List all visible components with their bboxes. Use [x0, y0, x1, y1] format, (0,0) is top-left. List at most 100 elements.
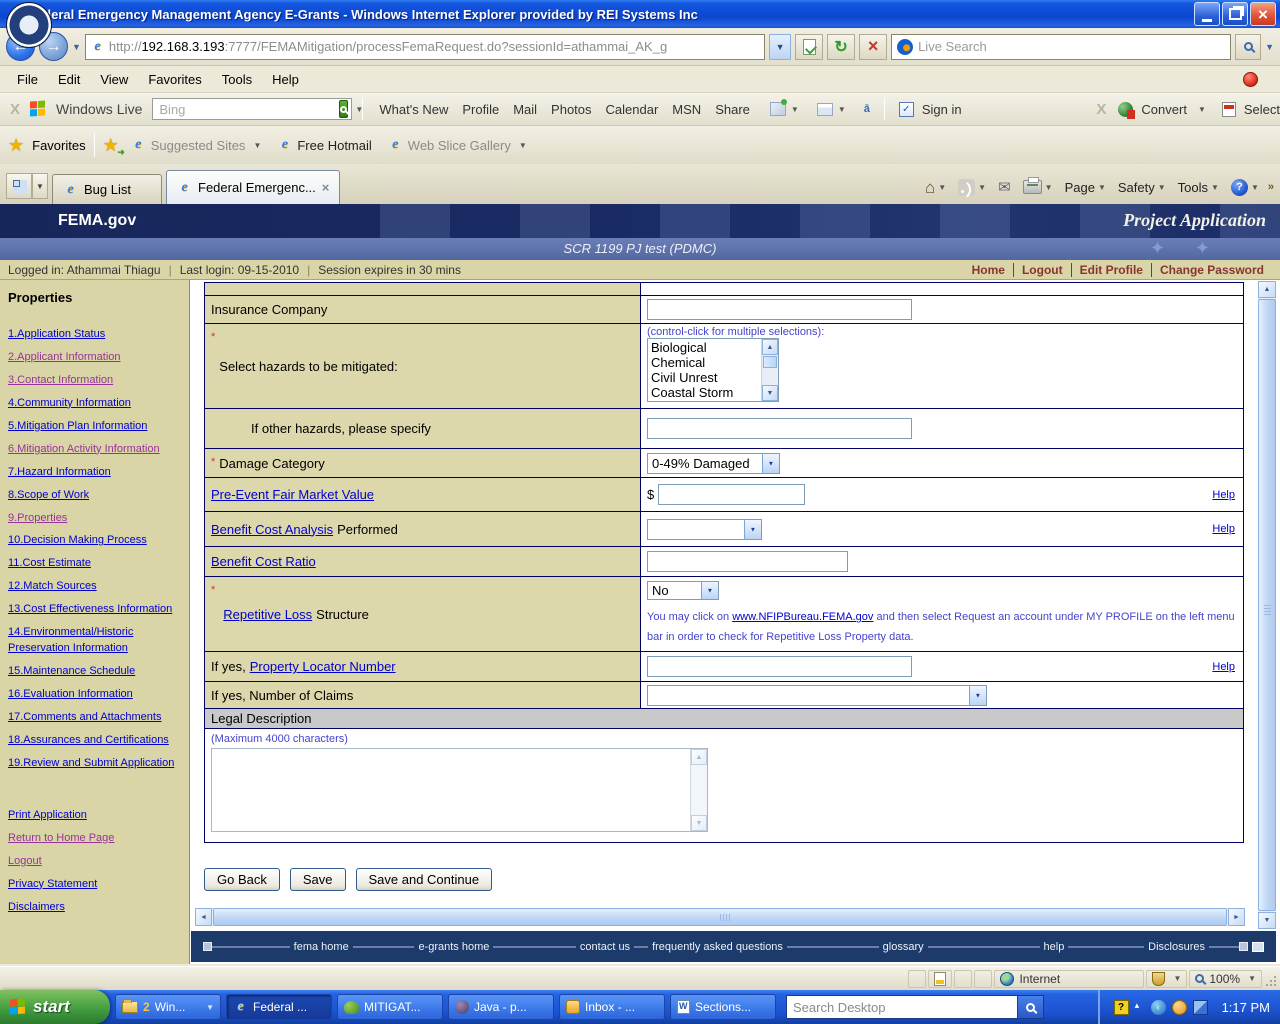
menu-bar-addon-icon[interactable]: [1243, 72, 1258, 87]
hazards-multiselect[interactable]: BiologicalChemicalCivil UnrestCoastal St…: [647, 338, 779, 402]
restore-button[interactable]: [1222, 2, 1248, 26]
sidebar-nav-link[interactable]: 3.Contact Information: [8, 373, 181, 389]
repetitive-loss-link[interactable]: Repetitive Loss: [223, 607, 312, 622]
property-locator-input[interactable]: [647, 656, 912, 677]
pre-event-fmv-link[interactable]: Pre-Event Fair Market Value: [211, 487, 374, 502]
compatibility-view-button[interactable]: [795, 34, 823, 60]
question-tray-icon[interactable]: [1114, 1000, 1129, 1015]
stop-button[interactable]: ×: [859, 34, 887, 60]
toolbar-overflow-chevron-icon[interactable]: [1268, 181, 1274, 193]
search-options-caret-icon[interactable]: ▼: [1265, 42, 1274, 52]
sidebar-nav-link[interactable]: 17.Comments and Attachments: [8, 710, 181, 726]
toolbar-close-icon[interactable]: X: [1096, 101, 1106, 118]
insurance-company-input[interactable]: [647, 299, 912, 320]
sidebar-nav-link[interactable]: 4.Community Information: [8, 396, 181, 412]
sidebar-action-link[interactable]: Privacy Statement: [8, 877, 181, 893]
scrollbar-thumb[interactable]: [213, 908, 1227, 926]
hidden-icons-chevron-icon[interactable]: [1135, 1000, 1145, 1015]
bing-search-input[interactable]: [159, 102, 335, 117]
scroll-up-icon[interactable]: [691, 749, 707, 765]
repetitive-loss-select[interactable]: No: [647, 581, 719, 600]
menu-item[interactable]: Tools: [213, 69, 261, 90]
sidebar-action-link[interactable]: Logout: [8, 854, 181, 870]
sidebar-nav-link[interactable]: 15.Maintenance Schedule: [8, 664, 181, 680]
taskbar-button-sections[interactable]: Sections...: [670, 994, 776, 1020]
scroll-down-icon[interactable]: [1258, 912, 1276, 929]
bing-search-box[interactable]: ▼: [152, 98, 352, 120]
nfip-bureau-link[interactable]: www.NFIPBureau.FEMA.gov: [732, 611, 873, 623]
save-button[interactable]: Save: [290, 868, 346, 891]
protected-mode-pane[interactable]: ▼: [1146, 970, 1187, 988]
help-button[interactable]: ▼: [1228, 177, 1262, 198]
hazard-option[interactable]: Coastal Storm: [651, 385, 761, 400]
menu-item[interactable]: File: [8, 69, 47, 90]
sidebar-nav-link[interactable]: 6.Mitigation Activity Information: [8, 442, 181, 458]
footer-link[interactable]: contact us: [576, 941, 634, 953]
sidebar-nav-link[interactable]: 13.Cost Effectiveness Information: [8, 602, 181, 618]
live-toolbar-link[interactable]: Profile: [456, 100, 505, 119]
sidebar-nav-link[interactable]: 9.Properties: [8, 511, 181, 527]
live-toolbar-link[interactable]: Calendar: [600, 100, 665, 119]
live-toolbar-link[interactable]: What's New: [373, 100, 454, 119]
favorite-web-slice-gallery[interactable]: eWeb Slice Gallery▼: [384, 136, 531, 155]
hazard-option[interactable]: Civil Unrest: [651, 370, 761, 385]
property-locator-link[interactable]: Property Locator Number: [250, 659, 396, 674]
favorites-label[interactable]: Favorites: [32, 138, 85, 153]
pre-event-fmv-input[interactable]: [658, 484, 805, 505]
recent-pages-caret-icon[interactable]: ▼: [72, 42, 81, 52]
layout-button[interactable]: ▼: [813, 103, 850, 116]
print-button[interactable]: ▼: [1020, 178, 1056, 196]
textarea-scrollbar[interactable]: [690, 749, 707, 831]
menu-item[interactable]: Favorites: [139, 69, 210, 90]
sign-in-button[interactable]: Sign in: [895, 100, 972, 119]
desktop-search-box[interactable]: [786, 995, 1044, 1019]
save-and-continue-button[interactable]: Save and Continue: [356, 868, 493, 891]
live-toolbar-link[interactable]: Share: [709, 100, 756, 119]
benefit-cost-ratio-input[interactable]: [647, 551, 848, 572]
taskbar-button-inbox[interactable]: Inbox - ...: [559, 994, 665, 1020]
session-link[interactable]: Edit Profile: [1071, 263, 1151, 277]
tab-bug-list[interactable]: e Bug List: [52, 174, 162, 204]
session-link[interactable]: Home: [964, 263, 1013, 277]
page-menu-button[interactable]: Page▼: [1062, 178, 1109, 197]
sidebar-action-link[interactable]: Print Application: [8, 808, 181, 824]
scrollbar-thumb[interactable]: [1258, 299, 1276, 911]
hazard-option[interactable]: Chemical: [651, 355, 761, 370]
footer-link[interactable]: Disclosures: [1144, 941, 1209, 953]
session-link[interactable]: Logout: [1013, 263, 1071, 277]
feeds-button[interactable]: ▼: [955, 177, 989, 198]
sidebar-nav-link[interactable]: 12.Match Sources: [8, 579, 181, 595]
session-link[interactable]: Change Password: [1151, 263, 1272, 277]
quick-tabs-button[interactable]: [6, 173, 32, 199]
taskbar-button-ie[interactable]: e Federal ...: [226, 994, 332, 1020]
zoom-pane[interactable]: 100% ▼: [1189, 970, 1262, 988]
legal-description-textarea[interactable]: [212, 749, 690, 831]
bca-performed-select[interactable]: [647, 519, 762, 540]
resize-grip[interactable]: [1264, 970, 1278, 988]
address-input[interactable]: e http://192.168.3.193:7777/FEMAMitigati…: [85, 34, 765, 60]
hazard-option[interactable]: Biological: [651, 340, 761, 355]
favorites-star-icon[interactable]: ★: [8, 135, 24, 156]
outlook-reminder-tray-icon[interactable]: [1172, 1000, 1187, 1015]
refresh-button[interactable]: ↻: [827, 34, 855, 60]
network-tray-icon[interactable]: [1193, 1000, 1208, 1015]
tab-list-button[interactable]: ▼: [32, 173, 48, 199]
minimize-button[interactable]: [1194, 2, 1220, 26]
benefit-cost-analysis-link[interactable]: Benefit Cost Analysis: [211, 522, 333, 537]
sidebar-action-link[interactable]: Disclaimers: [8, 900, 181, 916]
live-search-box[interactable]: [891, 34, 1231, 60]
live-toolbar-link[interactable]: MSN: [666, 100, 707, 119]
scroll-left-icon[interactable]: [195, 908, 212, 926]
menu-item[interactable]: View: [91, 69, 137, 90]
number-of-claims-select[interactable]: [647, 685, 987, 706]
desktop-search-input[interactable]: [787, 1000, 1017, 1015]
taskbar-button-mitigation[interactable]: MITIGAT...: [337, 994, 443, 1020]
address-dropdown-button[interactable]: ▼: [769, 34, 791, 60]
horizontal-scrollbar[interactable]: [195, 908, 1245, 926]
toolbar-close-icon[interactable]: X: [10, 101, 20, 118]
search-go-button[interactable]: [1235, 34, 1261, 60]
bing-search-button[interactable]: [339, 100, 348, 118]
vertical-scrollbar[interactable]: [1258, 281, 1276, 929]
close-button[interactable]: [1250, 2, 1276, 26]
home-button[interactable]: ⌂▼: [922, 177, 949, 198]
